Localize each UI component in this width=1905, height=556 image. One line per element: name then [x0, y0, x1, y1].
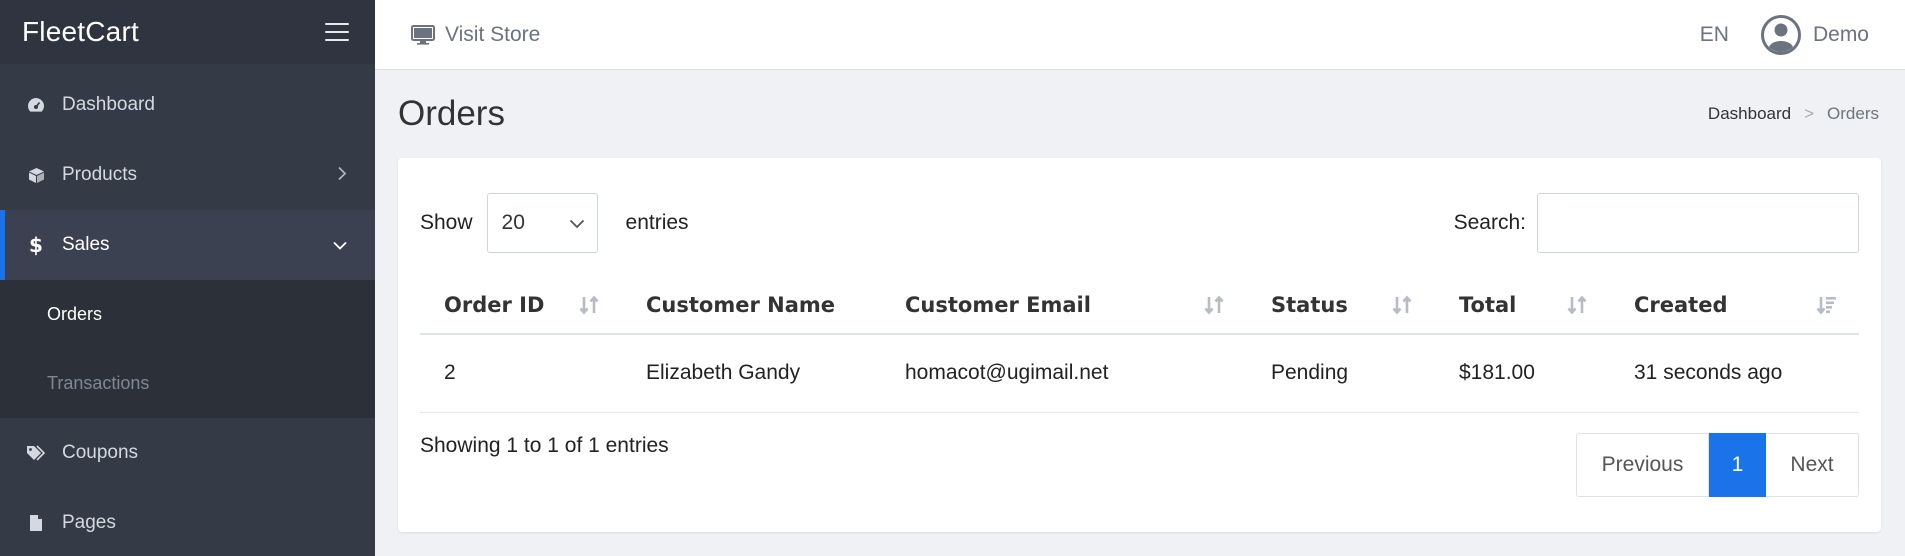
sidebar: FleetCart Dashboard Products $ Sales Ord… — [0, 0, 375, 556]
page-title: Orders — [398, 94, 505, 133]
column-header-total[interactable]: Total — [1435, 276, 1610, 335]
chevron-down-icon — [333, 235, 347, 256]
sort-icon — [1566, 294, 1588, 316]
tags-icon — [26, 443, 46, 463]
cell-order-id: 2 — [420, 334, 622, 413]
pagination-next-button[interactable]: Next — [1766, 433, 1859, 497]
brand-logo-text[interactable]: FleetCart — [22, 16, 139, 48]
sidebar-subitem-transactions[interactable]: Transactions — [0, 349, 375, 418]
table-row[interactable]: 2 Elizabeth Gandy homacot@ugimail.net Pe… — [420, 334, 1859, 413]
cell-customer-name: Elizabeth Gandy — [622, 334, 881, 413]
pagination: Previous 1 Next — [1576, 433, 1859, 497]
entries-label: entries — [625, 211, 689, 234]
sidebar-item-label: Pages — [62, 512, 116, 533]
dollar-icon: $ — [29, 233, 43, 257]
pagination-page-1[interactable]: 1 — [1709, 433, 1766, 497]
sidebar-item-label: Coupons — [62, 442, 139, 463]
file-icon — [26, 513, 46, 533]
search-label: Search: — [1453, 211, 1526, 234]
user-menu[interactable]: Demo — [1760, 14, 1869, 55]
breadcrumb-separator: > — [1804, 104, 1815, 123]
visit-store-link[interactable]: Visit Store — [411, 23, 540, 47]
breadcrumb-dashboard-link[interactable]: Dashboard — [1708, 104, 1791, 124]
user-avatar-icon — [1760, 14, 1801, 55]
sidebar-item-dashboard[interactable]: Dashboard — [0, 70, 375, 140]
topbar-right: EN Demo — [1700, 14, 1869, 55]
monitor-icon — [411, 24, 435, 45]
cell-created: 31 seconds ago — [1610, 334, 1859, 413]
column-header-order-id[interactable]: Order ID — [420, 276, 622, 335]
cell-total: $181.00 — [1435, 334, 1610, 413]
page-size-select[interactable]: 20 — [486, 193, 598, 253]
sales-submenu: Orders Transactions — [0, 280, 375, 418]
cell-customer-email: homacot@ugimail.net — [881, 334, 1247, 413]
show-label: Show — [420, 211, 473, 234]
table-info: Showing 1 to 1 of 1 entries — [420, 434, 669, 457]
page-header: Orders Dashboard > Orders — [398, 70, 1881, 158]
cell-status: Pending — [1247, 334, 1435, 413]
language-switcher[interactable]: EN — [1700, 23, 1729, 47]
box-icon — [26, 165, 46, 185]
search-input[interactable] — [1537, 193, 1859, 253]
sort-icon — [578, 294, 600, 316]
sort-icon — [1203, 294, 1225, 316]
orders-card: Show 20 entries Search: Order ID Custome… — [398, 158, 1881, 532]
sidebar-item-pages[interactable]: Pages — [0, 488, 375, 556]
column-header-customer-email[interactable]: Customer Email — [881, 276, 1247, 335]
dashboard-icon — [26, 95, 46, 115]
sidebar-item-label: Dashboard — [62, 94, 155, 115]
sort-desc-icon — [1815, 294, 1837, 316]
table-controls: Show 20 entries Search: — [420, 193, 1859, 253]
sidebar-item-sales[interactable]: $ Sales — [0, 210, 375, 280]
sidebar-item-label: Sales — [62, 234, 110, 255]
column-header-customer-name[interactable]: Customer Name — [622, 276, 881, 335]
user-name: Demo — [1812, 22, 1869, 46]
page-size-value: 20 — [501, 211, 525, 234]
chevron-down-icon — [569, 211, 585, 235]
orders-table: Order ID Customer Name Customer Email St… — [420, 276, 1859, 413]
sort-icon — [1391, 294, 1413, 316]
sidebar-item-coupons[interactable]: Coupons — [0, 418, 375, 488]
visit-store-label: Visit Store — [445, 22, 541, 46]
sidebar-item-products[interactable]: Products — [0, 140, 375, 210]
search-wrap: Search: — [1454, 193, 1859, 253]
sidebar-subitem-orders[interactable]: Orders — [0, 280, 375, 349]
sidebar-item-label: Products — [62, 164, 137, 185]
top-navbar: Visit Store EN Demo — [375, 0, 1905, 70]
column-header-created[interactable]: Created — [1610, 276, 1859, 335]
chevron-right-icon — [337, 165, 347, 186]
table-header-row: Order ID Customer Name Customer Email St… — [420, 276, 1859, 335]
sidebar-brand: FleetCart — [0, 0, 375, 64]
breadcrumb-current: Orders — [1827, 104, 1879, 123]
pagination-previous-button[interactable]: Previous — [1576, 433, 1709, 497]
menu-toggle-icon[interactable] — [325, 23, 349, 41]
breadcrumb: Dashboard > Orders — [1708, 104, 1879, 124]
column-header-status[interactable]: Status — [1247, 276, 1435, 335]
